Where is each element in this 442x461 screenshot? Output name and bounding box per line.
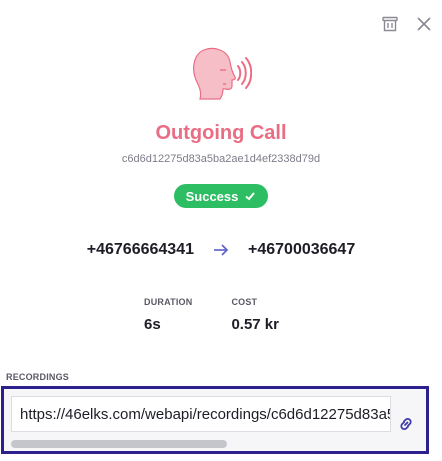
status-badge: Success: [173, 184, 269, 208]
call-id: c6d6d12275d83a5ba2ae1d4ef2338d79d: [121, 153, 321, 165]
cost-stat: COST 0.57 kr: [231, 297, 279, 333]
call-stats: DURATION 6s COST 0.57 kr: [144, 297, 279, 333]
recording-url[interactable]: https://46elks.com/webapi/recordings/c6d…: [20, 406, 390, 423]
call-title: Outgoing Call: [155, 122, 287, 144]
cost-value: 0.57 kr: [231, 316, 279, 333]
horizontal-scrollbar[interactable]: [11, 440, 391, 448]
to-number: +46700036647: [248, 241, 356, 258]
duration-value: 6s: [144, 316, 161, 333]
panel-actions: [380, 14, 434, 34]
status-label: Success: [185, 188, 239, 204]
cost-label: COST: [231, 297, 258, 307]
call-detail-panel: Outgoing Call c6d6d12275d83a5ba2ae1d4ef2…: [0, 0, 442, 461]
duration-label: DURATION: [144, 297, 193, 307]
speaking-head-icon: [193, 47, 252, 100]
status-badge-wrapper: Success: [0, 184, 442, 208]
check-icon: [245, 192, 256, 201]
hero-illustration: [0, 44, 442, 106]
recordings-label: RECORDINGS: [6, 372, 70, 382]
duration-stat: DURATION 6s: [144, 297, 192, 333]
scrollbar-thumb[interactable]: [11, 440, 227, 448]
recordings-box: https://46elks.com/webapi/recordings/c6d…: [1, 386, 429, 454]
link-icon[interactable]: [396, 414, 416, 434]
close-icon[interactable]: [414, 14, 434, 34]
call-route: +46766664341 +46700036647: [0, 241, 442, 259]
recording-url-field[interactable]: https://46elks.com/webapi/recordings/c6d…: [11, 396, 391, 432]
from-number: +46766664341: [86, 241, 194, 258]
trash-icon[interactable]: [380, 14, 400, 34]
arrow-right-icon: [214, 244, 229, 256]
